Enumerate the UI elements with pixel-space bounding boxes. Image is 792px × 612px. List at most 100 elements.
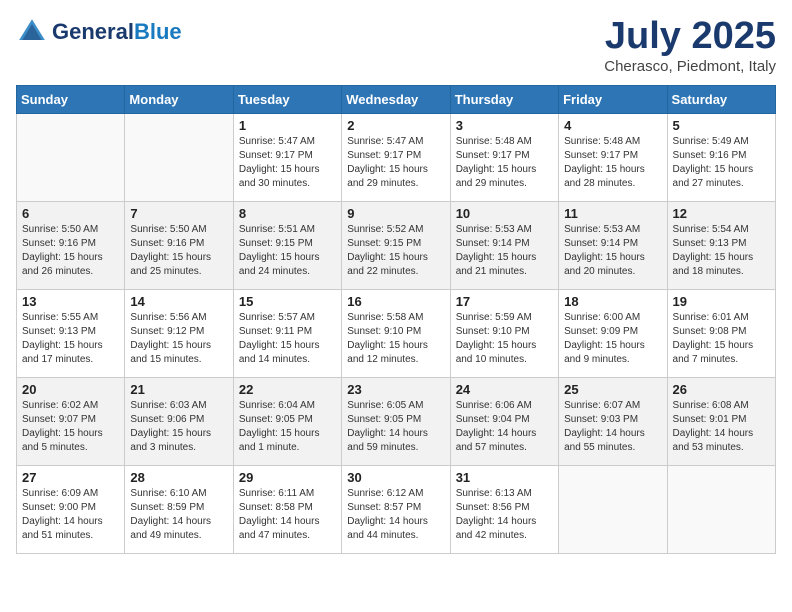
day-info: Sunrise: 5:48 AM Sunset: 9:17 PM Dayligh… bbox=[456, 135, 553, 191]
calendar-day-cell: 4 Sunrise: 5:48 AM Sunset: 9:17 PM Daylig… bbox=[559, 113, 667, 201]
day-number: 10 bbox=[456, 206, 553, 221]
calendar-day-cell: 29Sunrise: 6:11 AM Sunset: 8:58 PM Dayli… bbox=[233, 465, 341, 553]
day-info: Sunrise: 6:06 AM Sunset: 9:04 PM Dayligh… bbox=[456, 399, 553, 455]
day-info: Sunrise: 5:57 AM Sunset: 9:11 PM Dayligh… bbox=[239, 311, 336, 367]
day-info: Sunrise: 5:47 AM Sunset: 9:17 PM Dayligh… bbox=[347, 135, 444, 191]
day-number: 27 bbox=[22, 470, 119, 485]
calendar-day-cell: 10 Sunrise: 5:53 AM Sunset: 9:14 PM Dayli… bbox=[450, 201, 558, 289]
day-number: 12 bbox=[673, 206, 770, 221]
calendar-week-row: 20 Sunrise: 6:02 AM Sunset: 9:07 PM Dayli… bbox=[17, 377, 776, 465]
day-number: 16 bbox=[347, 294, 444, 309]
day-number: 4 bbox=[564, 118, 661, 133]
day-info: Sunrise: 6:02 AM Sunset: 9:07 PM Dayligh… bbox=[22, 399, 119, 455]
weekday-header-friday: Friday bbox=[559, 85, 667, 113]
weekday-header-sunday: Sunday bbox=[17, 85, 125, 113]
day-number: 30 bbox=[347, 470, 444, 485]
calendar-day-cell: 19Sunrise: 6:01 AM Sunset: 9:08 PM Dayli… bbox=[667, 289, 775, 377]
day-info: Sunrise: 6:08 AM Sunset: 9:01 PM Dayligh… bbox=[673, 399, 770, 455]
day-info: Sunrise: 6:10 AM Sunset: 8:59 PM Dayligh… bbox=[130, 487, 227, 543]
day-info: Sunrise: 6:09 AM Sunset: 9:00 PM Dayligh… bbox=[22, 487, 119, 543]
calendar-day-cell: 8 Sunrise: 5:51 AM Sunset: 9:15 PM Daylig… bbox=[233, 201, 341, 289]
day-info: Sunrise: 6:07 AM Sunset: 9:03 PM Dayligh… bbox=[564, 399, 661, 455]
weekday-header-wednesday: Wednesday bbox=[342, 85, 450, 113]
day-info: Sunrise: 5:54 AM Sunset: 9:13 PM Dayligh… bbox=[673, 223, 770, 279]
calendar-day-cell: 13Sunrise: 5:55 AM Sunset: 9:13 PM Dayli… bbox=[17, 289, 125, 377]
calendar-day-cell bbox=[125, 113, 233, 201]
calendar-day-cell: 15Sunrise: 5:57 AM Sunset: 9:11 PM Dayli… bbox=[233, 289, 341, 377]
day-number: 3 bbox=[456, 118, 553, 133]
day-number: 31 bbox=[456, 470, 553, 485]
logo-icon bbox=[16, 16, 48, 48]
day-number: 28 bbox=[130, 470, 227, 485]
day-info: Sunrise: 5:47 AM Sunset: 9:17 PM Dayligh… bbox=[239, 135, 336, 191]
day-number: 11 bbox=[564, 206, 661, 221]
calendar-day-cell: 24Sunrise: 6:06 AM Sunset: 9:04 PM Dayli… bbox=[450, 377, 558, 465]
day-number: 8 bbox=[239, 206, 336, 221]
day-info: Sunrise: 6:01 AM Sunset: 9:08 PM Dayligh… bbox=[673, 311, 770, 367]
calendar-day-cell: 30 Sunrise: 6:12 AM Sunset: 8:57 PM Dayli… bbox=[342, 465, 450, 553]
calendar-week-row: 1Sunrise: 5:47 AM Sunset: 9:17 PM Daylig… bbox=[17, 113, 776, 201]
day-info: Sunrise: 5:52 AM Sunset: 9:15 PM Dayligh… bbox=[347, 223, 444, 279]
day-number: 17 bbox=[456, 294, 553, 309]
calendar-day-cell: 1Sunrise: 5:47 AM Sunset: 9:17 PM Daylig… bbox=[233, 113, 341, 201]
weekday-header-row: SundayMondayTuesdayWednesdayThursdayFrid… bbox=[17, 85, 776, 113]
day-number: 21 bbox=[130, 382, 227, 397]
day-info: Sunrise: 5:49 AM Sunset: 9:16 PM Dayligh… bbox=[673, 135, 770, 191]
calendar-day-cell: 2 Sunrise: 5:47 AM Sunset: 9:17 PM Daylig… bbox=[342, 113, 450, 201]
day-info: Sunrise: 5:50 AM Sunset: 9:16 PM Dayligh… bbox=[22, 223, 119, 279]
weekday-header-tuesday: Tuesday bbox=[233, 85, 341, 113]
day-info: Sunrise: 5:53 AM Sunset: 9:14 PM Dayligh… bbox=[564, 223, 661, 279]
calendar-day-cell: 6 Sunrise: 5:50 AM Sunset: 9:16 PM Daylig… bbox=[17, 201, 125, 289]
calendar-day-cell: 7 Sunrise: 5:50 AM Sunset: 9:16 PM Daylig… bbox=[125, 201, 233, 289]
day-info: Sunrise: 6:11 AM Sunset: 8:58 PM Dayligh… bbox=[239, 487, 336, 543]
calendar-week-row: 6 Sunrise: 5:50 AM Sunset: 9:16 PM Daylig… bbox=[17, 201, 776, 289]
day-number: 20 bbox=[22, 382, 119, 397]
calendar-day-cell: 23Sunrise: 6:05 AM Sunset: 9:05 PM Dayli… bbox=[342, 377, 450, 465]
calendar-day-cell: 3 Sunrise: 5:48 AM Sunset: 9:17 PM Daylig… bbox=[450, 113, 558, 201]
calendar-week-row: 27 Sunrise: 6:09 AM Sunset: 9:00 PM Dayli… bbox=[17, 465, 776, 553]
calendar-table: SundayMondayTuesdayWednesdayThursdayFrid… bbox=[16, 85, 776, 554]
day-number: 18 bbox=[564, 294, 661, 309]
day-info: Sunrise: 5:48 AM Sunset: 9:17 PM Dayligh… bbox=[564, 135, 661, 191]
day-info: Sunrise: 5:59 AM Sunset: 9:10 PM Dayligh… bbox=[456, 311, 553, 367]
month-title: July 2025 bbox=[604, 16, 776, 58]
day-number: 22 bbox=[239, 382, 336, 397]
calendar-day-cell: 27 Sunrise: 6:09 AM Sunset: 9:00 PM Dayli… bbox=[17, 465, 125, 553]
day-info: Sunrise: 6:13 AM Sunset: 8:56 PM Dayligh… bbox=[456, 487, 553, 543]
day-info: Sunrise: 5:50 AM Sunset: 9:16 PM Dayligh… bbox=[130, 223, 227, 279]
day-info: Sunrise: 5:51 AM Sunset: 9:15 PM Dayligh… bbox=[239, 223, 336, 279]
calendar-day-cell: 20 Sunrise: 6:02 AM Sunset: 9:07 PM Dayli… bbox=[17, 377, 125, 465]
calendar-day-cell: 14Sunrise: 5:56 AM Sunset: 9:12 PM Dayli… bbox=[125, 289, 233, 377]
day-number: 5 bbox=[673, 118, 770, 133]
day-number: 25 bbox=[564, 382, 661, 397]
day-info: Sunrise: 6:12 AM Sunset: 8:57 PM Dayligh… bbox=[347, 487, 444, 543]
calendar-day-cell: 16 Sunrise: 5:58 AM Sunset: 9:10 PM Dayli… bbox=[342, 289, 450, 377]
calendar-day-cell: 5 Sunrise: 5:49 AM Sunset: 9:16 PM Daylig… bbox=[667, 113, 775, 201]
day-info: Sunrise: 5:58 AM Sunset: 9:10 PM Dayligh… bbox=[347, 311, 444, 367]
calendar-day-cell: 9 Sunrise: 5:52 AM Sunset: 9:15 PM Daylig… bbox=[342, 201, 450, 289]
day-number: 6 bbox=[22, 206, 119, 221]
day-info: Sunrise: 5:53 AM Sunset: 9:14 PM Dayligh… bbox=[456, 223, 553, 279]
day-number: 13 bbox=[22, 294, 119, 309]
calendar-day-cell: 21 Sunrise: 6:03 AM Sunset: 9:06 PM Dayli… bbox=[125, 377, 233, 465]
calendar-day-cell: 28 Sunrise: 6:10 AM Sunset: 8:59 PM Dayli… bbox=[125, 465, 233, 553]
day-info: Sunrise: 6:04 AM Sunset: 9:05 PM Dayligh… bbox=[239, 399, 336, 455]
calendar-day-cell: 25 Sunrise: 6:07 AM Sunset: 9:03 PM Dayli… bbox=[559, 377, 667, 465]
weekday-header-thursday: Thursday bbox=[450, 85, 558, 113]
location: Cherasco, Piedmont, Italy bbox=[604, 58, 776, 75]
day-number: 26 bbox=[673, 382, 770, 397]
day-info: Sunrise: 6:03 AM Sunset: 9:06 PM Dayligh… bbox=[130, 399, 227, 455]
day-number: 2 bbox=[347, 118, 444, 133]
calendar-day-cell: 17 Sunrise: 5:59 AM Sunset: 9:10 PM Dayli… bbox=[450, 289, 558, 377]
day-info: Sunrise: 5:56 AM Sunset: 9:12 PM Dayligh… bbox=[130, 311, 227, 367]
calendar-day-cell: 31 Sunrise: 6:13 AM Sunset: 8:56 PM Dayli… bbox=[450, 465, 558, 553]
calendar-day-cell: 26 Sunrise: 6:08 AM Sunset: 9:01 PM Dayli… bbox=[667, 377, 775, 465]
day-number: 7 bbox=[130, 206, 227, 221]
calendar-week-row: 13Sunrise: 5:55 AM Sunset: 9:13 PM Dayli… bbox=[17, 289, 776, 377]
title-block: July 2025 Cherasco, Piedmont, Italy bbox=[604, 16, 776, 75]
calendar-day-cell bbox=[17, 113, 125, 201]
logo: GeneralBlue bbox=[16, 16, 182, 48]
day-number: 9 bbox=[347, 206, 444, 221]
calendar-day-cell: 12 Sunrise: 5:54 AM Sunset: 9:13 PM Dayli… bbox=[667, 201, 775, 289]
calendar-day-cell: 18Sunrise: 6:00 AM Sunset: 9:09 PM Dayli… bbox=[559, 289, 667, 377]
